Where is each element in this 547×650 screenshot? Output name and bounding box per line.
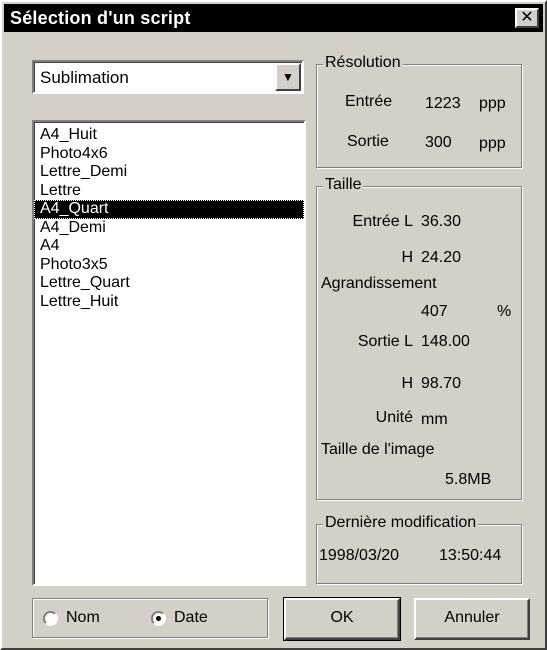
close-icon: ✕ xyxy=(520,9,534,26)
enlargement-label: Agrandissement xyxy=(321,275,437,292)
resolution-group-title: Résolution xyxy=(323,54,403,72)
enlargement-unit: % xyxy=(497,303,512,320)
enlargement-value: 407 xyxy=(421,303,448,320)
resolution-output-unit: ppp xyxy=(479,135,506,152)
input-height-label: H xyxy=(401,249,413,266)
resolution-output-value: 300 xyxy=(425,134,452,151)
resolution-input-label: Entrée xyxy=(345,93,393,110)
list-item[interactable]: Photo3x5 xyxy=(34,256,304,275)
list-item[interactable]: Lettre_Huit xyxy=(34,293,304,312)
radio-unchecked-icon xyxy=(43,610,58,626)
list-item[interactable]: A4_Quart xyxy=(34,200,304,219)
last-modified-date: 1998/03/20 xyxy=(319,547,400,564)
unit-value: mm xyxy=(421,411,448,428)
output-width-label: Sortie L xyxy=(357,333,413,350)
input-width-value: 36.30 xyxy=(421,213,462,230)
ok-button[interactable]: OK xyxy=(283,597,401,641)
list-item[interactable]: A4 xyxy=(34,237,304,256)
resolution-output-label: Sortie xyxy=(347,133,389,150)
sort-radio-group: Nom Date xyxy=(32,598,268,638)
last-modified-title: Dernière modification xyxy=(323,514,479,532)
sort-by-name-radio[interactable]: Nom xyxy=(43,609,100,627)
image-size-label: Taille de l'image xyxy=(321,441,435,458)
resolution-input-unit: ppp xyxy=(479,95,506,112)
sort-by-name-label: Nom xyxy=(66,609,100,626)
input-width-label: Entrée L xyxy=(352,213,413,230)
dropdown-value: Sublimation xyxy=(40,68,129,87)
list-item[interactable]: A4_Demi xyxy=(34,219,304,238)
sort-by-date-radio[interactable]: Date xyxy=(151,609,208,627)
chevron-down-icon: ▼ xyxy=(282,70,294,84)
dialog-title: Sélection d'un script xyxy=(10,8,191,28)
cancel-button[interactable]: Annuler xyxy=(414,598,530,640)
title-bar: Sélection d'un script ✕ xyxy=(4,4,543,32)
output-height-value: 98.70 xyxy=(421,375,462,392)
radio-checked-icon xyxy=(151,610,166,626)
list-item[interactable]: Lettre xyxy=(34,182,304,201)
unit-label: Unité xyxy=(375,409,413,426)
list-item[interactable]: Lettre_Demi xyxy=(34,163,304,182)
resolution-group: Résolution Entrée 1223 ppp Sortie 300 pp… xyxy=(316,54,522,168)
close-button[interactable]: ✕ xyxy=(515,8,539,28)
printer-type-dropdown[interactable]: Sublimation ▼ xyxy=(32,60,304,94)
output-width-value: 148.00 xyxy=(421,333,470,350)
script-selection-dialog: Sélection d'un script ✕ Sublimation ▼ A4… xyxy=(0,0,547,650)
sort-by-date-label: Date xyxy=(174,609,208,626)
image-size-value: 5.8MB xyxy=(445,471,492,488)
last-modified-time: 13:50:44 xyxy=(439,547,502,564)
script-list[interactable]: A4_Huit Photo4x6 Lettre_Demi Lettre A4_Quart… xyxy=(32,120,306,586)
output-height-label: H xyxy=(401,375,413,392)
last-modified-group: Dernière modification 1998/03/20 13:50:4… xyxy=(316,514,522,584)
dropdown-button[interactable]: ▼ xyxy=(275,63,301,91)
input-height-value: 24.20 xyxy=(421,249,462,266)
list-item[interactable]: A4_Huit xyxy=(34,126,304,145)
size-group: Taille Entrée L 36.30 H 24.20 Agrandisse… xyxy=(316,176,522,500)
list-item[interactable]: Photo4x6 xyxy=(34,145,304,164)
size-group-title: Taille xyxy=(323,176,364,194)
resolution-input-value: 1223 xyxy=(425,95,461,112)
list-item[interactable]: Lettre_Quart xyxy=(34,274,304,293)
